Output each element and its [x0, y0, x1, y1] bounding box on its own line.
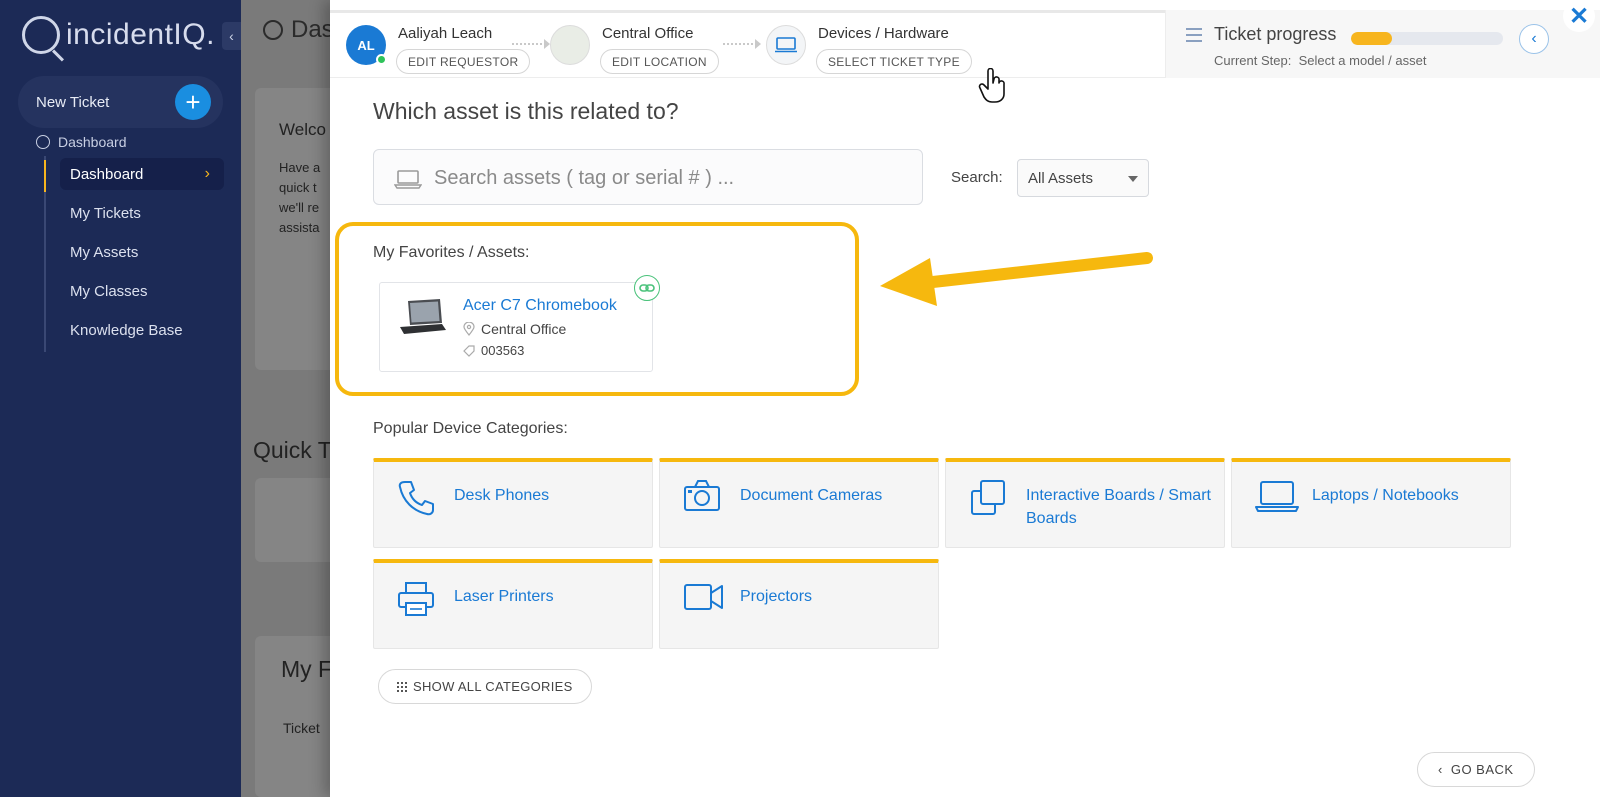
- background-quick-heading: Quick T: [253, 437, 332, 463]
- caret-down-icon: [1128, 176, 1138, 182]
- phone-icon: [396, 478, 436, 523]
- linked-icon: [634, 275, 660, 301]
- close-modal-button[interactable]: ✕: [1563, 0, 1595, 32]
- search-scope-label: Search:: [951, 169, 1003, 186]
- ticket-progress-fill: [1351, 32, 1393, 45]
- sidebar-collapse-button[interactable]: ‹: [222, 22, 241, 50]
- sidebar-item-label: My Classes: [70, 282, 148, 300]
- nav-section-dashboard: Dashboard: [36, 134, 127, 150]
- page-title: Which asset is this related to?: [373, 98, 679, 124]
- checklist-icon: [1186, 28, 1202, 42]
- select-ticket-type-button[interactable]: SELECT TICKET TYPE: [816, 49, 972, 74]
- sidebar-item-my-assets[interactable]: My Assets: [60, 236, 224, 268]
- categories-title: Popular Device Categories:: [373, 420, 568, 437]
- ticket-progress-title: Ticket progress: [1214, 24, 1337, 44]
- hand-cursor-icon: [978, 68, 1005, 103]
- asset-tag: 003563: [463, 343, 524, 358]
- asset-search-box: [373, 149, 923, 205]
- background-ticket-column: Ticket: [283, 720, 320, 736]
- step-arrow-icon: [723, 39, 761, 49]
- background-page-title: Das: [263, 16, 334, 44]
- background-my-heading: My F: [281, 656, 333, 682]
- category-laptops[interactable]: Laptops / Notebooks: [1231, 458, 1511, 548]
- sidebar-item-my-classes[interactable]: My Classes: [60, 275, 224, 307]
- current-step-text: Current Step: Select a model / asset: [1214, 53, 1427, 68]
- category-label: Desk Phones: [454, 487, 550, 504]
- category-label: Projectors: [740, 588, 813, 605]
- category-interactive-boards[interactable]: Interactive Boards / Smart Boards: [945, 458, 1225, 548]
- user-circle-icon: [36, 135, 50, 149]
- location-name: Central Office: [602, 25, 694, 42]
- nav-section-label: Dashboard: [58, 134, 127, 150]
- category-label: Document Cameras: [740, 487, 883, 504]
- collapse-panel-button[interactable]: ‹: [1519, 24, 1549, 54]
- category-desk-phones[interactable]: Desk Phones: [373, 458, 653, 548]
- camera-icon: [682, 478, 722, 519]
- background-welcome-heading: Welco: [279, 120, 326, 139]
- category-label: Laptops / Notebooks: [1312, 487, 1459, 504]
- ticket-progress-bar: [1351, 32, 1503, 45]
- laptop-icon: [393, 169, 423, 194]
- ticket-type-name: Devices / Hardware: [818, 25, 949, 42]
- sidebar-item-label: Dashboard: [70, 165, 144, 183]
- search-scope-value: All Assets: [1028, 169, 1094, 187]
- plus-icon[interactable]: +: [175, 84, 211, 120]
- chevron-right-icon: ›: [204, 165, 210, 182]
- laptop-icon: [766, 25, 806, 65]
- sidebar: incidentIQ. ‹ New Ticket + Dashboard Das…: [0, 0, 241, 797]
- new-ticket-modal: AL Aaliyah Leach EDIT REQUESTOR Central …: [330, 0, 1600, 797]
- nav-rail-active-marker: [44, 160, 46, 192]
- tag-icon: [463, 344, 475, 357]
- step-arrow-icon: [512, 39, 550, 49]
- favorite-asset-card[interactable]: Acer C7 Chromebook Central Office 003563: [379, 275, 660, 372]
- show-all-categories-button[interactable]: SHOW ALL CATEGORIES: [378, 669, 592, 704]
- category-projectors[interactable]: Projectors: [659, 559, 939, 649]
- asset-name-link[interactable]: Acer C7 Chromebook: [463, 297, 617, 315]
- boards-icon: [968, 478, 1008, 523]
- new-ticket-button[interactable]: New Ticket +: [18, 76, 223, 128]
- logo-icon: [22, 16, 60, 54]
- location-pin-icon: [463, 322, 475, 336]
- map-thumbnail-icon: [550, 25, 590, 65]
- go-back-button[interactable]: ‹ GO BACK: [1417, 752, 1535, 787]
- laptop-icon: [1254, 478, 1300, 519]
- asset-location: Central Office: [463, 321, 566, 337]
- category-document-cameras[interactable]: Document Cameras: [659, 458, 939, 548]
- printer-icon: [396, 579, 436, 624]
- asset-search-input[interactable]: [434, 160, 904, 196]
- projector-icon: [682, 579, 726, 620]
- search-scope-select[interactable]: All Assets: [1017, 159, 1149, 197]
- sidebar-item-label: My Tickets: [70, 204, 141, 222]
- category-label: Interactive Boards / Smart Boards: [1026, 487, 1211, 527]
- annotation-arrow-icon: [880, 252, 1153, 306]
- brand-logo[interactable]: incidentIQ.: [22, 16, 215, 54]
- requestor-name: Aaliyah Leach: [398, 25, 493, 42]
- sidebar-item-knowledge-base[interactable]: Knowledge Base: [60, 314, 224, 346]
- brand-name: incidentIQ.: [66, 18, 215, 51]
- category-label: Laser Printers: [454, 588, 554, 605]
- favorites-title: My Favorites / Assets:: [373, 244, 530, 261]
- sidebar-item-dashboard[interactable]: Dashboard ›: [60, 158, 224, 190]
- sidebar-item-my-tickets[interactable]: My Tickets: [60, 197, 224, 229]
- sidebar-item-label: My Assets: [70, 243, 139, 261]
- edit-location-button[interactable]: EDIT LOCATION: [600, 49, 719, 74]
- ticket-progress-panel: Ticket progress Current Step: Select a m…: [1165, 10, 1600, 78]
- category-laser-printers[interactable]: Laser Printers: [373, 559, 653, 649]
- edit-requestor-button[interactable]: EDIT REQUESTOR: [396, 49, 531, 74]
- sidebar-item-label: Knowledge Base: [70, 321, 183, 339]
- online-status-dot: [376, 54, 387, 65]
- new-ticket-label: New Ticket: [36, 93, 110, 111]
- grid-icon: [397, 681, 407, 692]
- chevron-left-icon: ‹: [1438, 762, 1443, 777]
- chromebook-thumbnail: [398, 297, 448, 342]
- background-welcome-text: Have a quick t we'll re assista: [279, 160, 321, 235]
- gauge-icon: [263, 20, 283, 40]
